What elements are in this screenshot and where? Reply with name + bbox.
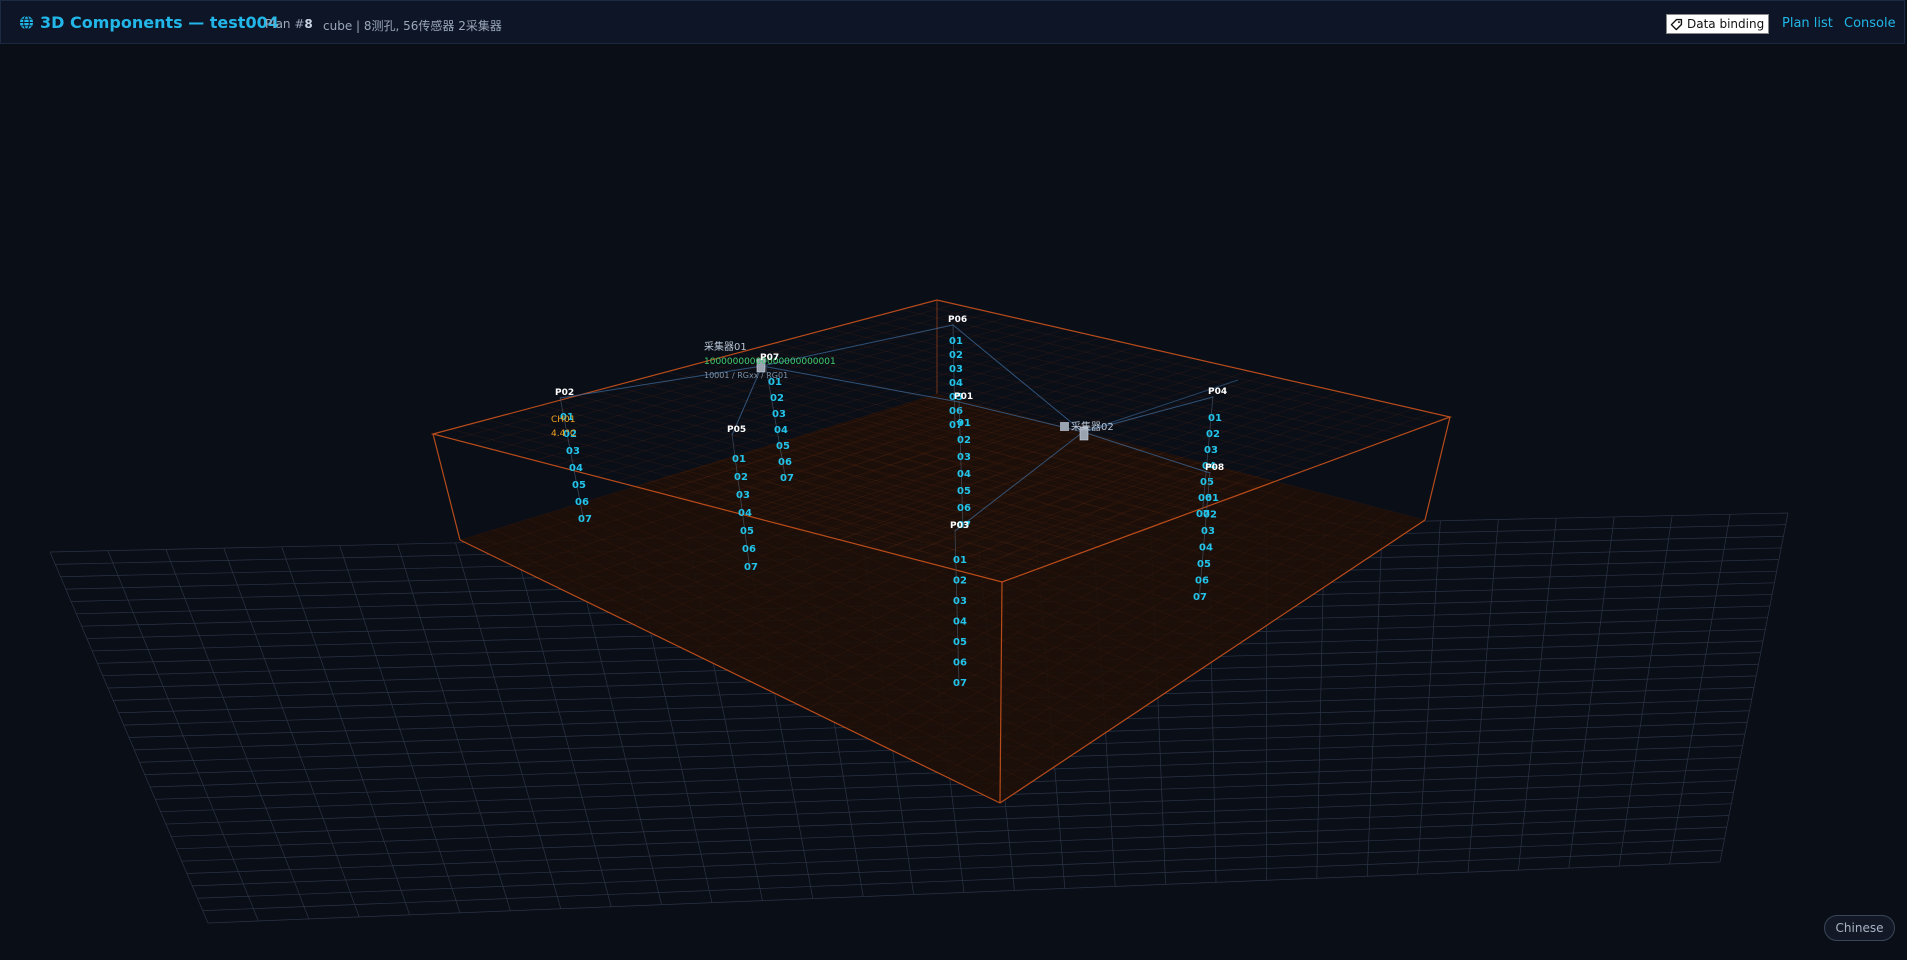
floor-grid-line xyxy=(1669,514,1731,865)
data-binding-button[interactable]: Data binding xyxy=(1666,14,1770,34)
sensor-label[interactable]: 06 xyxy=(778,457,792,468)
sensor-label[interactable]: 07 xyxy=(1193,592,1207,603)
sensor-label[interactable]: 06 xyxy=(957,503,971,514)
hole-label: P02 xyxy=(555,388,574,398)
sensor-label[interactable]: 07 xyxy=(780,473,794,484)
sensor-label[interactable]: 03 xyxy=(772,409,786,420)
language-toggle-button[interactable]: Chinese xyxy=(1824,915,1895,941)
sensor-label[interactable]: 02 xyxy=(1206,429,1220,440)
sensor-label[interactable]: 01 xyxy=(768,377,782,388)
sensor-label[interactable]: 04 xyxy=(569,463,583,474)
sensor-label[interactable]: 05 xyxy=(776,441,790,452)
top-bar: 3D Components — test004 Plan #8 cube | 8… xyxy=(0,0,1905,44)
plan-prefix: Plan # xyxy=(265,17,305,31)
plan-number-value: 8 xyxy=(304,17,313,31)
floor-grid-line xyxy=(202,850,1723,911)
plan-list-link[interactable]: Plan list xyxy=(1782,16,1833,31)
sensor-label[interactable]: 01 xyxy=(1208,413,1222,424)
sensor-label[interactable]: 02 xyxy=(953,576,967,587)
sensor-label[interactable]: 03 xyxy=(957,452,971,463)
sensor-label[interactable]: 02 xyxy=(734,472,748,483)
collector-02-name: 采集器02 xyxy=(1071,420,1114,433)
sensor-label[interactable]: 01 xyxy=(957,418,971,429)
sensor-label[interactable]: 03 xyxy=(949,364,963,375)
sensor-label[interactable]: 01 xyxy=(953,555,967,566)
console-link[interactable]: Console xyxy=(1844,16,1896,31)
sensor-label[interactable]: 01 xyxy=(1205,493,1219,504)
sensor-label[interactable]: 03 xyxy=(566,446,580,457)
floor-grid-line xyxy=(1568,516,1615,869)
floor-grid-line xyxy=(1518,518,1557,871)
sensor-label[interactable]: 06 xyxy=(1195,576,1209,587)
hole-label: P04 xyxy=(1208,387,1227,397)
sensor-label[interactable]: 04 xyxy=(774,425,788,436)
floor-grid-line xyxy=(1618,515,1673,867)
box-vertical-edge xyxy=(432,433,461,541)
sensor-label[interactable]: 04 xyxy=(957,469,971,480)
sensor-label[interactable]: 01 xyxy=(949,336,963,347)
sensor-label[interactable]: 05 xyxy=(1200,477,1214,488)
floor-grid-line xyxy=(1719,512,1789,863)
sensor-label[interactable]: 03 xyxy=(736,490,750,501)
sensor-label[interactable]: 05 xyxy=(572,480,586,491)
sensor-label[interactable]: 07 xyxy=(744,562,758,573)
floor-grid-line xyxy=(171,780,1736,837)
sensor-label[interactable]: 07 xyxy=(953,678,967,689)
sensor-label[interactable]: 06 xyxy=(953,658,967,669)
hole-label: P05 xyxy=(727,425,746,435)
sensor-label[interactable]: 06 xyxy=(949,406,963,417)
sensor-label[interactable]: 06 xyxy=(742,544,756,555)
floor-grid-line xyxy=(176,791,1734,850)
sensor-label[interactable]: 03 xyxy=(1201,526,1215,537)
sensor-label[interactable]: 05 xyxy=(953,637,967,648)
box-vertical-edge xyxy=(1424,416,1451,521)
floor-grid-line xyxy=(192,826,1727,887)
hole-label: P06 xyxy=(948,315,967,325)
brand: 3D Components — test004 xyxy=(19,13,279,32)
plan-number: Plan #8 xyxy=(265,17,313,31)
page-title: 3D Components — test004 xyxy=(40,13,279,32)
sensor-label[interactable]: 06 xyxy=(575,497,589,508)
sensor-label[interactable]: 05 xyxy=(957,486,971,497)
sensor-label[interactable]: 05 xyxy=(740,526,754,537)
data-binding-label: Data binding xyxy=(1687,17,1765,31)
sensor-label[interactable]: 02 xyxy=(957,435,971,446)
collector-01-name: 采集器01 xyxy=(704,340,747,353)
sensor-label[interactable]: 04 xyxy=(1199,543,1213,554)
floor-grid-line xyxy=(207,861,1721,924)
hole-label: P07 xyxy=(760,353,779,363)
sensor-label[interactable]: 04 xyxy=(953,617,967,628)
floor-grid-line xyxy=(186,815,1730,874)
sensor-label[interactable]: 02 xyxy=(949,350,963,361)
hole-label: P08 xyxy=(1205,463,1224,473)
sensor-label[interactable]: 02 xyxy=(770,393,784,404)
hole-label: P01 xyxy=(954,392,973,402)
channel-label: CH01 xyxy=(551,415,576,425)
3d-viewport[interactable]: 采集器011000000000000000000000110001 / RGxx… xyxy=(0,45,1907,960)
sensor-label[interactable]: 03 xyxy=(1204,445,1218,456)
sensor-label[interactable]: 02 xyxy=(1203,510,1217,521)
floor-grid-line xyxy=(181,803,1732,862)
collector-02-icon xyxy=(1060,422,1069,431)
plan-summary: cube | 8测孔, 56传感器 2采集器 xyxy=(323,19,502,33)
sensor-label[interactable]: 04 xyxy=(949,378,963,389)
sensor-label[interactable]: 04 xyxy=(738,508,752,519)
sensor-label[interactable]: 07 xyxy=(578,514,592,525)
sensor-label[interactable]: 01 xyxy=(732,454,746,465)
tag-icon xyxy=(1670,18,1683,30)
globe-icon xyxy=(19,15,34,30)
sensor-label[interactable]: 03 xyxy=(953,596,967,607)
sensor-label[interactable]: 05 xyxy=(1197,559,1211,570)
temperature-reading: 4.4°C xyxy=(551,429,576,439)
hole-label: P03 xyxy=(950,521,969,531)
floor-grid-line xyxy=(197,838,1725,899)
